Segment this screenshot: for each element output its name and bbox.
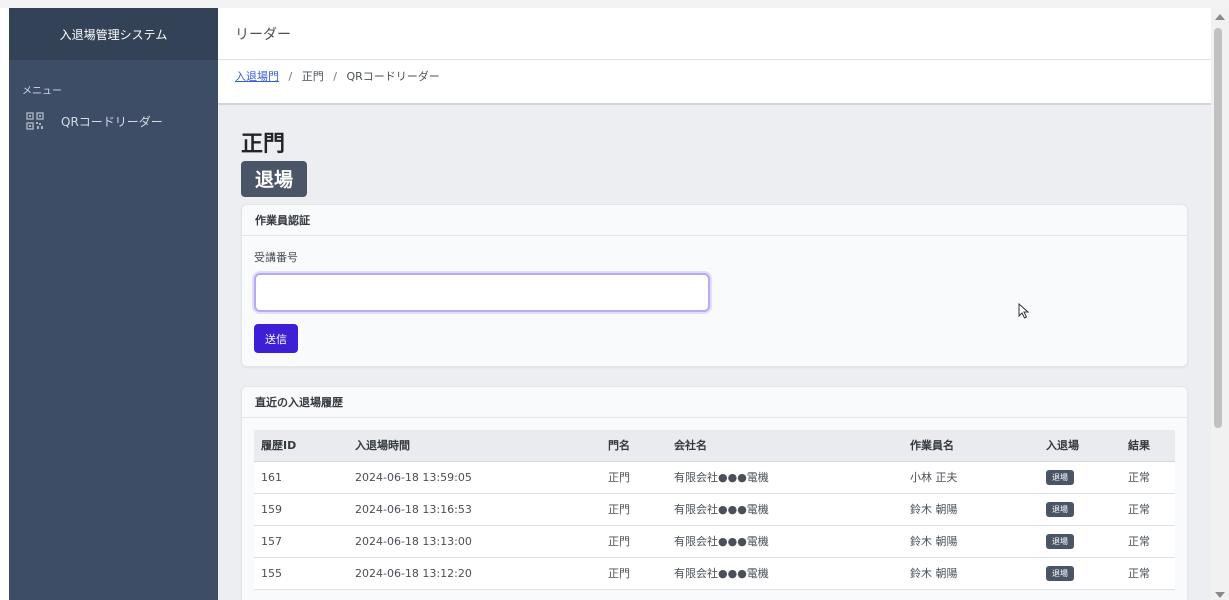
column-header-direction: 入退場 [1039, 430, 1121, 462]
table-header-row: 履歴ID 入退場時間 門名 会社名 作業員名 入退場 結果 [254, 430, 1175, 462]
cell-id: 157 [254, 525, 348, 558]
column-header-worker: 作業員名 [903, 430, 1039, 462]
cell-company: 有限会社●●●電機 [667, 525, 903, 558]
breadcrumb-item-gate: 正門 [301, 70, 324, 83]
cell-company: 有限会社●●●電機 [667, 557, 903, 590]
history-card: 直近の入退場履歴 履歴ID 入退場時間 門名 会社名 作業員名 入退場 結果 1… [241, 386, 1188, 600]
cell-direction: 退場 [1039, 461, 1121, 494]
cell-worker: 鈴木 朝陽 [903, 493, 1039, 526]
vertical-scrollbar[interactable] [1211, 8, 1229, 600]
cell-direction: 退場 [1039, 493, 1121, 526]
scroll-down-arrow-icon[interactable] [1215, 592, 1225, 598]
cell-time: 2024-06-18 13:13:00 [348, 525, 601, 558]
history-table: 履歴ID 入退場時間 門名 会社名 作業員名 入退場 結果 161 2024-0 [254, 430, 1175, 590]
course-number-input[interactable] [254, 273, 710, 312]
cell-worker: 鈴木 朝陽 [903, 557, 1039, 590]
cell-gate: 正門 [601, 493, 667, 526]
column-header-gate: 門名 [601, 430, 667, 462]
page-header: リーダー [218, 8, 1211, 60]
table-row: 161 2024-06-18 13:59:05 正門 有限会社●●●電機 小林 … [254, 461, 1175, 494]
cell-gate: 正門 [601, 557, 667, 590]
direction-badge: 退場 [1046, 565, 1074, 581]
cell-id: 161 [254, 461, 348, 494]
sidebar: 入退場管理システム メニュー QRコードリーダー [9, 8, 218, 600]
history-table-wrap: 履歴ID 入退場時間 門名 会社名 作業員名 入退場 結果 161 2024-0 [242, 418, 1187, 590]
qr-code-icon [26, 112, 44, 130]
top-strip [0, 0, 1229, 8]
auth-card-title: 作業員認証 [242, 205, 1187, 236]
column-header-result: 結果 [1121, 430, 1175, 462]
cell-id: 155 [254, 557, 348, 590]
breadcrumb: 入退場門 / 正門 / QRコードリーダー [218, 60, 1211, 105]
content: 正門 退場 作業員認証 受講番号 送信 直近の入退場履歴 履歴ID 入退場時間 … [218, 126, 1211, 600]
cell-worker: 鈴木 朝陽 [903, 525, 1039, 558]
cell-company: 有限会社●●●電機 [667, 461, 903, 494]
breadcrumb-separator: / [288, 70, 293, 83]
sidebar-item-qr-reader[interactable]: QRコードリーダー [9, 110, 218, 132]
cell-time: 2024-06-18 13:59:05 [348, 461, 601, 494]
column-header-time: 入退場時間 [348, 430, 601, 462]
cell-result: 正常 [1121, 461, 1175, 494]
mode-badge: 退場 [241, 161, 308, 197]
sidebar-heading: メニュー [22, 86, 62, 97]
cell-result: 正常 [1121, 493, 1175, 526]
page-title: リーダー [235, 26, 291, 43]
table-row: 159 2024-06-18 13:16:53 正門 有限会社●●●電機 鈴木 … [254, 493, 1175, 526]
cell-time: 2024-06-18 13:16:53 [348, 493, 601, 526]
cell-gate: 正門 [601, 525, 667, 558]
cell-direction: 退場 [1039, 525, 1121, 558]
cell-company: 有限会社●●●電機 [667, 493, 903, 526]
scroll-thumb[interactable] [1214, 28, 1222, 428]
app-brand: 入退場管理システム [9, 8, 218, 60]
gate-name-heading: 正門 [241, 132, 286, 157]
breadcrumb-link-gates[interactable]: 入退場門 [235, 70, 279, 83]
auth-card-body: 受講番号 送信 [242, 236, 1187, 366]
history-card-title: 直近の入退場履歴 [242, 387, 1187, 418]
mouse-cursor-icon [1018, 302, 1030, 323]
cell-direction: 退場 [1039, 557, 1121, 590]
cell-id: 159 [254, 493, 348, 526]
column-header-id: 履歴ID [254, 430, 348, 462]
submit-button[interactable]: 送信 [254, 324, 298, 353]
sidebar-item-label: QRコードリーダー [61, 114, 163, 129]
table-row: 155 2024-06-18 13:12:20 正門 有限会社●●●電機 鈴木 … [254, 557, 1175, 590]
cell-gate: 正門 [601, 461, 667, 494]
main-area: リーダー 入退場門 / 正門 / QRコードリーダー 正門 退場 作業員認証 受… [218, 8, 1211, 600]
direction-badge: 退場 [1046, 501, 1074, 517]
cell-worker: 小林 正夫 [903, 461, 1039, 494]
table-row: 157 2024-06-18 13:13:00 正門 有限会社●●●電機 鈴木 … [254, 525, 1175, 558]
direction-badge: 退場 [1046, 469, 1074, 485]
cell-result: 正常 [1121, 525, 1175, 558]
course-number-label: 受講番号 [254, 251, 298, 264]
cell-result: 正常 [1121, 557, 1175, 590]
direction-badge: 退場 [1046, 533, 1074, 549]
auth-card: 作業員認証 受講番号 送信 [241, 204, 1188, 367]
scroll-up-arrow-icon[interactable] [1215, 14, 1225, 20]
column-header-company: 会社名 [667, 430, 903, 462]
cell-time: 2024-06-18 13:12:20 [348, 557, 601, 590]
breadcrumb-separator: / [333, 70, 337, 83]
breadcrumb-item-current: QRコードリーダー [346, 70, 440, 83]
